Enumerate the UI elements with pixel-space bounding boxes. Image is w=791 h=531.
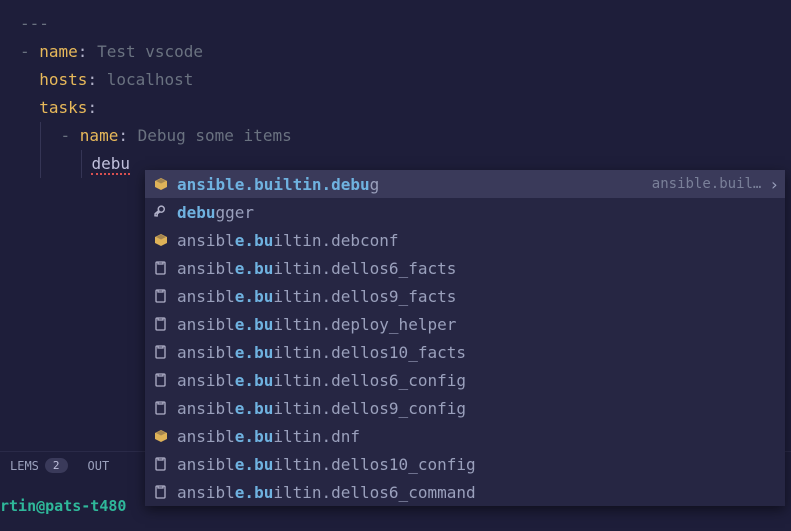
snippet-icon [151,400,171,416]
suggestion-item[interactable]: ansible.builtin.debug ansible.buil…› [145,170,785,198]
module-icon [151,232,171,248]
suggestion-item[interactable]: ansible.builtin.dellos10_facts [145,338,785,366]
suggestion-item[interactable]: ansible.builtin.dellos9_facts [145,282,785,310]
suggestion-item[interactable]: ansible.builtin.dellos9_config [145,394,785,422]
tab-label: OUT [88,459,110,473]
suggestion-item[interactable]: ansible.builtin.dellos10_config [145,450,785,478]
suggestion-item[interactable]: ansible.builtin.deploy_helper [145,310,785,338]
suggestion-label: ansible.builtin.dellos6_command [177,483,476,502]
suggestion-item[interactable]: ansible.builtin.dnf [145,422,785,450]
snippet-icon [153,316,169,332]
problems-tab[interactable]: LEMS 2 [0,458,78,473]
typed-token: debu [91,154,130,173]
autocomplete-popup[interactable]: ansible.builtin.debug ansible.buil…› debug… [145,170,785,506]
suggestion-label: ansible.builtin.dellos10_facts [177,343,466,362]
code-line: tasks: [20,94,791,122]
code-line: hosts: localhost [20,66,791,94]
suggestion-label: ansible.builtin.dellos6_config [177,371,466,390]
suggestion-label: ansible.builtin.deploy_helper [177,315,456,334]
snippet-icon [153,288,169,304]
snippet-icon [153,456,169,472]
suggestion-label: debugger [177,203,254,222]
snippet-icon [151,344,171,360]
snippet-icon [151,288,171,304]
snippet-icon [153,372,169,388]
suggestion-detail: ansible.buil… [652,176,766,192]
suggestion-label: ansible.builtin.dnf [177,427,360,446]
terminal-prompt: rtin@pats-t480 [0,497,126,515]
suggestion-label: ansible.builtin.dellos6_facts [177,259,456,278]
module-icon [151,176,171,192]
suggestion-label: ansible.builtin.dellos10_config [177,455,476,474]
code-line: - name: Test vscode [20,38,791,66]
snippet-icon [151,316,171,332]
snippet-icon [153,484,169,500]
module-icon [153,176,169,192]
code-line: - name: Debug some items [20,122,791,150]
snippet-icon [153,344,169,360]
problems-count-badge: 2 [45,458,68,473]
suggestion-item[interactable]: debugger [145,198,785,226]
tab-label: LEMS [10,459,39,473]
snippet-icon [151,456,171,472]
code-editor[interactable]: --- - name: Test vscode hosts: localhost… [0,0,791,178]
module-icon [151,428,171,444]
module-icon [153,428,169,444]
snippet-icon [153,400,169,416]
suggestion-label: ansible.builtin.debconf [177,231,399,250]
property-icon [151,204,171,220]
suggestion-label: ansible.builtin.dellos9_config [177,399,466,418]
snippet-icon [151,372,171,388]
snippet-icon [151,260,171,276]
output-tab[interactable]: OUT [78,459,120,473]
property-icon [153,204,169,220]
suggestion-item[interactable]: ansible.builtin.dellos6_config [145,366,785,394]
code-line: --- [20,10,791,38]
chevron-right-icon[interactable]: › [769,175,779,194]
suggestion-item[interactable]: ansible.builtin.debconf [145,226,785,254]
suggestion-item[interactable]: ansible.builtin.dellos6_facts [145,254,785,282]
suggestion-label: ansible.builtin.debug [177,175,379,194]
snippet-icon [151,484,171,500]
suggestion-item[interactable]: ansible.builtin.dellos6_command [145,478,785,506]
suggestion-label: ansible.builtin.dellos9_facts [177,287,456,306]
module-icon [153,232,169,248]
snippet-icon [153,260,169,276]
